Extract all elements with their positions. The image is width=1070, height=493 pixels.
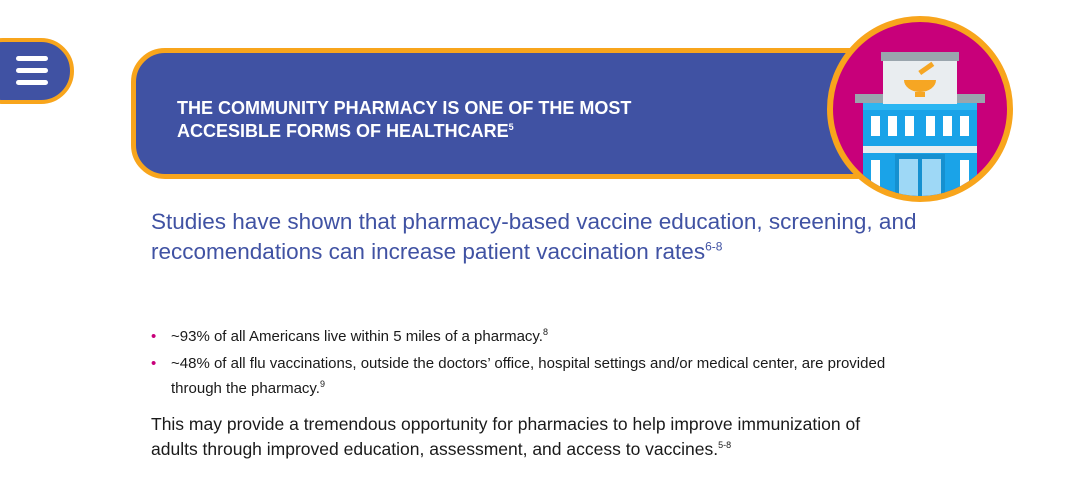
hamburger-menu-icon	[16, 56, 48, 61]
list-item: • ~48% of all flu vaccinations, outside …	[151, 351, 911, 401]
list-item: • ~93% of all Americans live within 5 mi…	[151, 324, 911, 349]
bullet-text: ~93% of all Americans live within 5 mile…	[171, 328, 543, 345]
bullet-list: • ~93% of all Americans live within 5 mi…	[151, 324, 911, 403]
bullet-ref: 9	[319, 379, 325, 389]
banner-title-ref: 5	[508, 122, 514, 132]
bullet-marker: •	[151, 328, 157, 345]
banner-title: THE COMMUNITY PHARMACY IS ONE OF THE MOS…	[177, 97, 717, 143]
header-banner: THE COMMUNITY PHARMACY IS ONE OF THE MOS…	[131, 48, 891, 179]
body-ref: 5-8	[718, 440, 732, 451]
bullet-text: ~48% of all flu vaccinations, outside th…	[171, 355, 886, 397]
headline-text: Studies have shown that pharmacy-based v…	[151, 209, 917, 264]
bullet-marker: •	[151, 355, 157, 372]
body-paragraph: This may provide a tremendous opportunit…	[151, 412, 911, 462]
pharmacy-building-icon	[855, 52, 985, 196]
menu-button[interactable]	[0, 38, 74, 104]
hamburger-menu-icon-bar	[16, 80, 48, 85]
headline: Studies have shown that pharmacy-based v…	[151, 207, 941, 267]
banner-title-text: THE COMMUNITY PHARMACY IS ONE OF THE MOS…	[177, 98, 632, 141]
headline-ref: 6-8	[705, 239, 723, 254]
pharmacy-badge	[827, 16, 1013, 202]
bullet-ref: 8	[542, 327, 548, 337]
body-text: This may provide a tremendous opportunit…	[151, 414, 861, 459]
hamburger-menu-icon-bar	[16, 68, 48, 73]
